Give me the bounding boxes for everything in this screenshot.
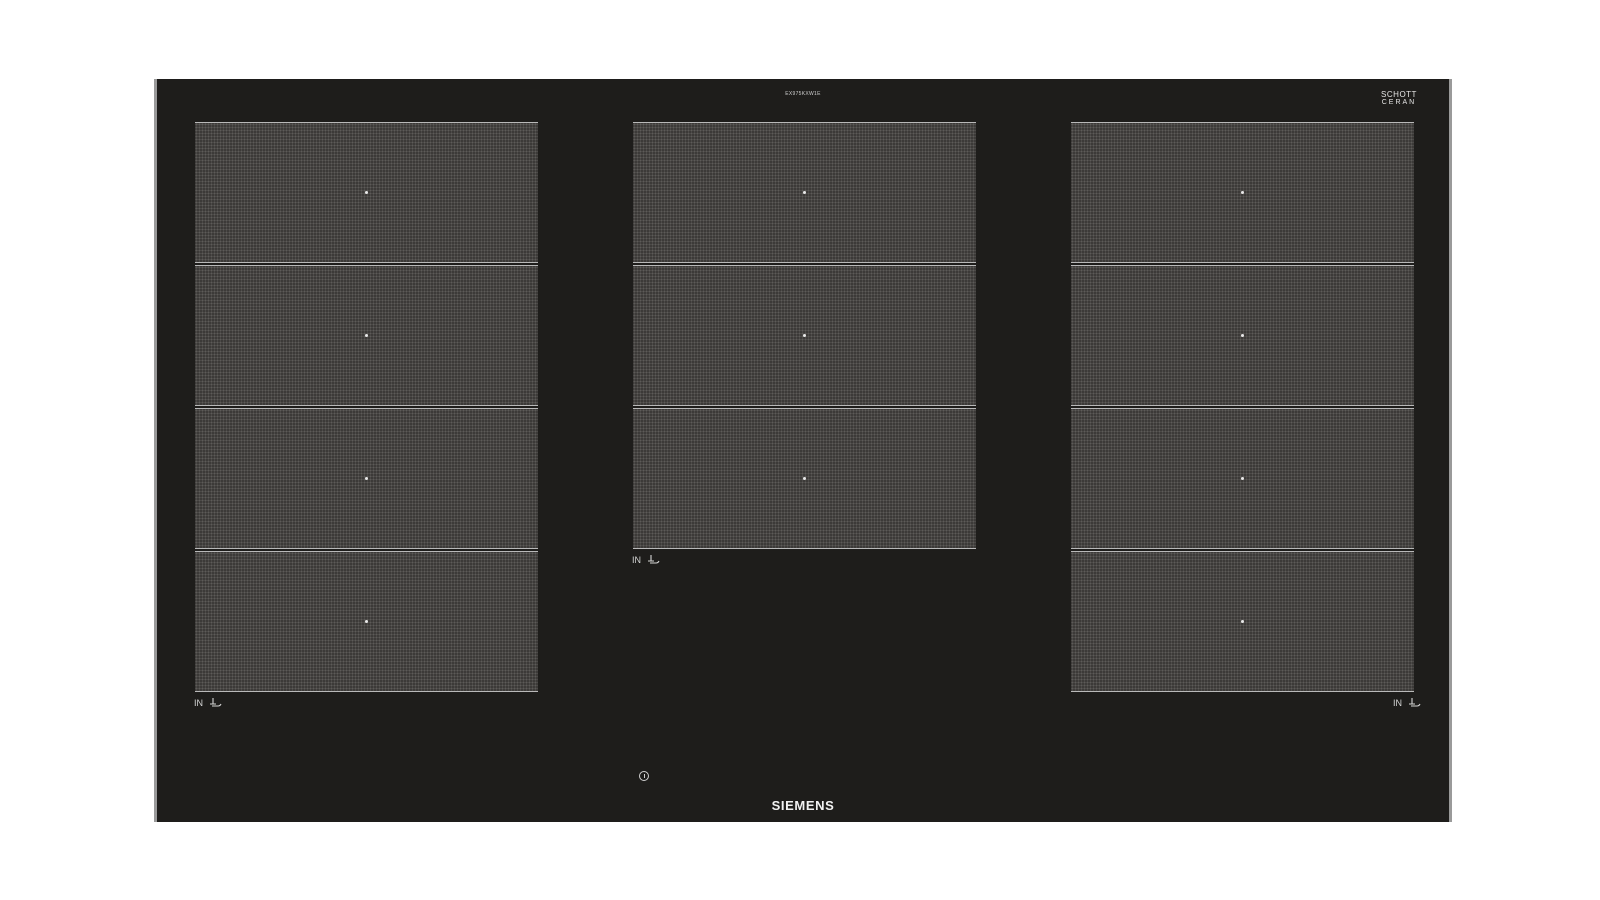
induction-mark-center: IN <box>632 555 660 565</box>
zone-center-dot <box>1241 477 1244 480</box>
cooking-zone-center-1[interactable] <box>633 122 976 263</box>
cooking-zone-left-4[interactable] <box>195 551 538 692</box>
siemens-logo: SIEMENS <box>771 798 835 813</box>
zone-center-dot <box>1241 191 1244 194</box>
zone-center-dot <box>1241 334 1244 337</box>
zone-center-dot <box>803 334 806 337</box>
zone-center-dot <box>1241 620 1244 623</box>
induction-mark-right: IN <box>1393 698 1421 708</box>
zone-center-dot <box>365 620 368 623</box>
induction-hob: EX975KXW1E SCHOTT CERAN IN IN IN SIEMENS <box>154 79 1452 822</box>
induction-label: IN <box>1393 698 1402 708</box>
zone-center-dot <box>803 191 806 194</box>
cooking-zone-left-3[interactable] <box>195 408 538 549</box>
cooking-zone-right-4[interactable] <box>1071 551 1414 692</box>
zone-center-dot <box>365 191 368 194</box>
induction-symbol-icon <box>1409 698 1421 707</box>
power-button-icon[interactable] <box>639 771 649 781</box>
induction-mark-left: IN <box>194 698 222 708</box>
cooking-zone-center-3[interactable] <box>633 408 976 549</box>
induction-label: IN <box>194 698 203 708</box>
cooking-zone-left-1[interactable] <box>195 122 538 263</box>
cooking-zone-right-1[interactable] <box>1071 122 1414 263</box>
model-code: EX975KXW1E <box>785 91 821 97</box>
cooking-zone-right-3[interactable] <box>1071 408 1414 549</box>
induction-symbol-icon <box>210 698 222 707</box>
glass-brand-line2: CERAN <box>1381 99 1417 106</box>
induction-symbol-icon <box>648 555 660 564</box>
cooking-zone-left-2[interactable] <box>195 265 538 406</box>
glass-brand-line1: SCHOTT <box>1381 90 1417 99</box>
cooking-zone-center-2[interactable] <box>633 265 976 406</box>
glass-brand-logo: SCHOTT CERAN <box>1379 91 1419 109</box>
cooking-zone-right-2[interactable] <box>1071 265 1414 406</box>
zone-center-dot <box>803 477 806 480</box>
zone-center-dot <box>365 334 368 337</box>
induction-label: IN <box>632 555 641 565</box>
zone-center-dot <box>365 477 368 480</box>
